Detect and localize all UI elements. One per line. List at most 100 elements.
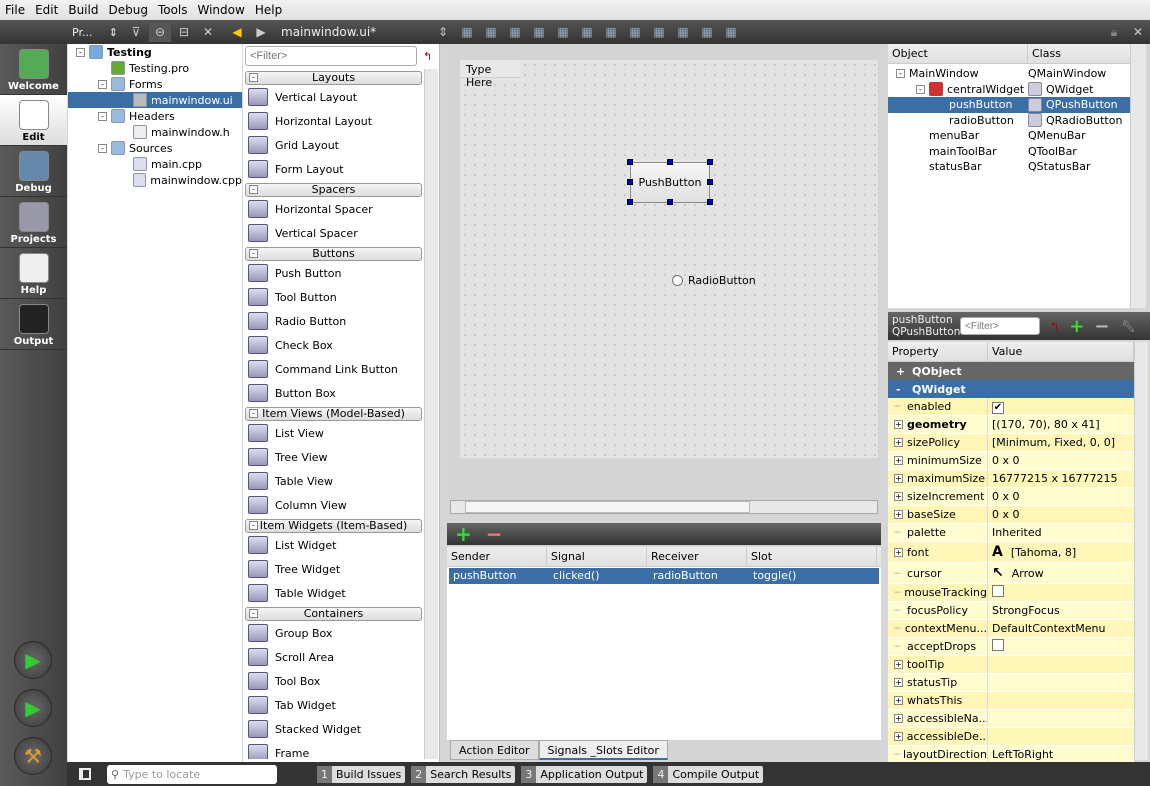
splitter-horizontal-icon[interactable]: ▦	[600, 22, 622, 42]
widget-category[interactable]: - Item Widgets (Item-Based)	[245, 519, 422, 533]
layout-grid-icon[interactable]: ▦	[648, 22, 670, 42]
collapse-icon[interactable]: -	[98, 143, 107, 153]
property-value[interactable]	[988, 639, 1004, 654]
remove-connection-button[interactable]: −	[486, 522, 503, 546]
widget-item[interactable]: Tree View	[243, 445, 424, 469]
debug-run-button[interactable]: ▶	[14, 689, 52, 727]
project-tree-item[interactable]: Testing.pro	[68, 60, 242, 76]
expand-icon[interactable]: +	[894, 492, 903, 501]
menu-file[interactable]: File	[0, 3, 30, 17]
clear-filter-icon[interactable]: ↰	[423, 50, 432, 63]
column-header[interactable]: Receiver	[647, 547, 747, 566]
collapse-icon[interactable]: -	[916, 84, 925, 94]
collapse-icon[interactable]: -	[76, 47, 85, 57]
widget-category[interactable]: - Spacers	[245, 183, 422, 197]
tab-action-editor[interactable]: Action Editor	[450, 740, 539, 760]
widget-item[interactable]: Group Box	[243, 621, 424, 645]
property-value[interactable]: LeftToRight	[988, 748, 1053, 761]
widget-item[interactable]: Frame	[243, 741, 424, 759]
widget-item[interactable]: Push Button	[243, 261, 424, 285]
mode-edit[interactable]: Edit	[0, 95, 67, 146]
output-pane-compile-output[interactable]: 4 Compile Output	[653, 765, 764, 783]
column-header[interactable]: Slot	[747, 547, 877, 566]
locator-input[interactable]: ⚲ Type to locate	[107, 764, 277, 784]
property-row[interactable]: + font A [Tahoma, 8]	[888, 542, 1134, 563]
object-row[interactable]: menuBar QMenuBar	[888, 128, 1130, 144]
project-tree-item[interactable]: - Forms	[68, 76, 242, 92]
widget-item[interactable]: Stacked Widget	[243, 717, 424, 741]
menu-build[interactable]: Build	[63, 3, 103, 17]
widget-item[interactable]: Tool Button	[243, 285, 424, 309]
projects-selector[interactable]: Pr... ⇕	[68, 26, 124, 39]
column-header[interactable]: Class	[1028, 44, 1132, 63]
remove-property-button[interactable]: −	[1094, 316, 1109, 337]
widget-item[interactable]: Vertical Spacer	[243, 221, 424, 245]
project-tree-item[interactable]: mainwindow.h	[68, 124, 242, 140]
property-value[interactable]: ✔	[988, 400, 1004, 414]
property-value[interactable]: 0 x 0	[988, 508, 1020, 521]
property-row[interactable]: + sizePolicy [Minimum, Fixed, 0, 0]	[888, 434, 1134, 452]
break-layout-icon[interactable]: ▦	[696, 22, 718, 42]
object-row[interactable]: radioButton QRadioButton	[888, 113, 1130, 129]
property-row[interactable]: ┈ layoutDirection LeftToRight	[888, 746, 1134, 762]
layout-form-icon[interactable]: ▦	[672, 22, 694, 42]
property-filter-input[interactable]	[960, 317, 1040, 335]
property-row[interactable]: ┈ palette Inherited	[888, 524, 1134, 542]
run-button[interactable]: ▶	[14, 641, 52, 679]
property-row[interactable]: + statusTip	[888, 674, 1134, 692]
mode-debug[interactable]: Debug	[0, 146, 67, 197]
mode-output[interactable]: Output	[0, 299, 67, 350]
menu-window[interactable]: Window	[193, 3, 250, 17]
expand-icon[interactable]: +	[894, 420, 903, 429]
column-header[interactable]: Signal	[547, 547, 647, 566]
link-icon[interactable]: ⊖	[149, 22, 171, 42]
property-group-qwidget[interactable]: - QWidget	[888, 380, 1134, 398]
expand-icon[interactable]: +	[894, 510, 903, 519]
lock-icon[interactable]: 🔒︎	[1103, 22, 1125, 42]
adjust-size-icon[interactable]: ▦	[720, 22, 742, 42]
expand-icon[interactable]: -	[896, 383, 912, 396]
column-header[interactable]: Property	[888, 342, 988, 361]
property-row[interactable]: ┈ contextMenu... DefaultContextMenu	[888, 620, 1134, 638]
output-pane-search-results[interactable]: 2 Search Results	[411, 765, 516, 783]
expand-icon[interactable]: +	[894, 732, 903, 741]
wrench-icon[interactable]: 🔧︎	[1121, 320, 1135, 333]
edit-tab-order-icon[interactable]: ▦	[528, 22, 550, 42]
property-value[interactable]	[988, 585, 1004, 600]
property-row[interactable]: ┈ focusPolicy StrongFocus	[888, 602, 1134, 620]
property-value[interactable]: DefaultContextMenu	[988, 622, 1106, 635]
add-property-button[interactable]: +	[1069, 316, 1084, 337]
mode-welcome[interactable]: Welcome	[0, 44, 67, 95]
filter-icon[interactable]: ⊽	[125, 22, 147, 42]
widget-category[interactable]: - Containers	[245, 607, 422, 621]
object-inspector-scrollbar[interactable]	[1130, 44, 1146, 308]
property-group-qobject[interactable]: + QObject	[888, 362, 1134, 380]
widget-item[interactable]: Command Link Button	[243, 357, 424, 381]
property-value[interactable]: 0 x 0	[988, 454, 1020, 467]
build-button[interactable]: ⚒	[14, 737, 52, 775]
property-value[interactable]: [(170, 70), 80 x 41]	[988, 418, 1100, 431]
split-icon[interactable]: ⊟	[173, 22, 195, 42]
forward-arrow-icon[interactable]: ▶	[250, 22, 272, 42]
widget-item[interactable]: Button Box	[243, 381, 424, 405]
project-tree-item[interactable]: - Headers	[68, 108, 242, 124]
property-row[interactable]: + accessibleNa...	[888, 710, 1134, 728]
column-header[interactable]: Object	[888, 44, 1028, 63]
widget-item[interactable]: Tab Widget	[243, 693, 424, 717]
file-switch-icon[interactable]: ⇕	[432, 22, 454, 42]
edit-signals-slots-icon[interactable]: ▦	[480, 22, 502, 42]
form-canvas[interactable]: Type Here PushButton RadioButton	[460, 60, 878, 458]
property-row[interactable]: + minimumSize 0 x 0	[888, 452, 1134, 470]
expand-icon[interactable]: +	[894, 456, 903, 465]
property-value[interactable]: StrongFocus	[988, 604, 1060, 617]
object-row[interactable]: pushButton QPushButton	[888, 97, 1130, 113]
expand-icon[interactable]: +	[894, 547, 903, 557]
widget-item[interactable]: Table View	[243, 469, 424, 493]
layout-horizontal-icon[interactable]: ▦	[552, 22, 574, 42]
form-push-button[interactable]: PushButton	[630, 162, 710, 203]
widget-item[interactable]: Scroll Area	[243, 645, 424, 669]
property-value[interactable]: ↖ Arrow	[988, 565, 1044, 581]
property-row[interactable]: ┈ mouseTracking	[888, 584, 1134, 602]
property-row[interactable]: + sizeIncrement 0 x 0	[888, 488, 1134, 506]
column-header[interactable]: Value	[988, 342, 1134, 361]
